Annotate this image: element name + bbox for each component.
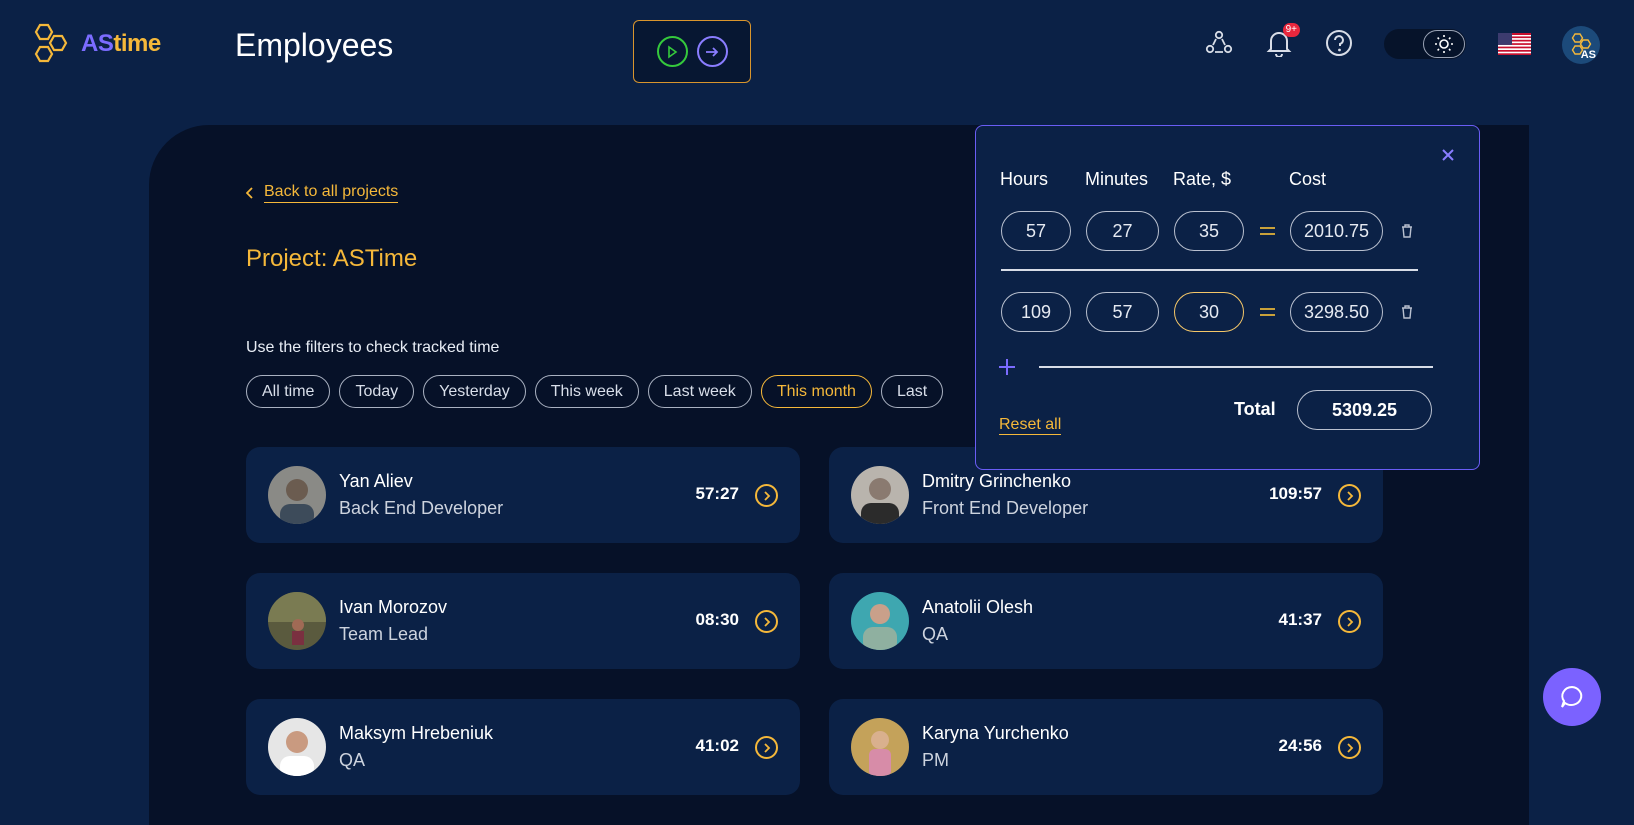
- us-flag-icon[interactable]: [1498, 33, 1531, 55]
- timer-controls: [633, 20, 751, 83]
- add-row-divider: [1039, 366, 1433, 368]
- app-logo[interactable]: AStime: [27, 22, 161, 66]
- employee-name: Maksym Hrebeniuk: [339, 723, 494, 743]
- filter-today[interactable]: Today: [339, 375, 415, 408]
- help-button[interactable]: [1324, 28, 1354, 58]
- total-value: 5309.25: [1297, 390, 1432, 430]
- employee-tracked-time: 08:30: [695, 610, 739, 629]
- chat-support-button[interactable]: [1543, 668, 1601, 726]
- user-avatar[interactable]: AS: [1562, 26, 1600, 64]
- employee-role: Back End Developer: [339, 498, 504, 518]
- employee-role: Front End Developer: [922, 498, 1089, 518]
- employee-name: Anatolii Olesh: [922, 597, 1034, 617]
- equals-icon: [1260, 307, 1275, 317]
- cost-header: Cost: [1289, 169, 1327, 189]
- employee-tracked-time: 24:56: [1278, 736, 1322, 755]
- equals-icon: [1260, 226, 1275, 236]
- sun-icon: [1435, 35, 1453, 53]
- employee-card[interactable]: Anatolii Olesh QA 41:37: [829, 573, 1383, 669]
- back-link-label: Back to all projects: [264, 183, 399, 203]
- reset-all-link[interactable]: Reset all: [999, 416, 1062, 435]
- chat-icon: [1561, 685, 1583, 708]
- employee-role: QA: [922, 624, 949, 644]
- employee-role: PM: [922, 750, 949, 770]
- employee-photo: [268, 718, 326, 776]
- employee-card[interactable]: Karyna Yurchenko PM 24:56: [829, 699, 1383, 795]
- chevron-right-icon[interactable]: [755, 736, 778, 759]
- rate-input[interactable]: 35: [1174, 211, 1244, 251]
- row-divider: [1001, 269, 1418, 271]
- filter-all-time[interactable]: All time: [246, 375, 331, 408]
- team-icon: [1205, 30, 1233, 54]
- rate-header: Rate, $: [1173, 169, 1232, 189]
- play-button[interactable]: [656, 36, 688, 67]
- filter-yesterday[interactable]: Yesterday: [423, 375, 526, 408]
- notifications-button[interactable]: 9+: [1264, 23, 1300, 58]
- employee-photo: [851, 592, 909, 650]
- employee-card[interactable]: Yan Aliev Back End Developer 57:27: [246, 447, 800, 543]
- theme-toggle-knob: [1423, 30, 1465, 58]
- chevron-left-icon: [246, 187, 253, 199]
- chevron-right-icon[interactable]: [755, 610, 778, 633]
- filter-this-month[interactable]: This month: [760, 375, 872, 408]
- help-icon: [1326, 30, 1352, 56]
- employee-tracked-time: 41:02: [695, 736, 739, 755]
- plus-icon[interactable]: [996, 356, 1018, 378]
- logo-text: AStime: [81, 30, 161, 57]
- minutes-input[interactable]: 57: [1086, 292, 1159, 332]
- hours-header: Hours: [1000, 169, 1049, 189]
- employee-name: Ivan Morozov: [339, 597, 448, 617]
- theme-toggle[interactable]: [1384, 29, 1466, 59]
- play-icon: [668, 44, 678, 59]
- employee-card[interactable]: Ivan Morozov Team Lead 08:30: [246, 573, 800, 669]
- trash-icon[interactable]: [1400, 304, 1414, 320]
- employee-photo: [268, 466, 326, 524]
- user-initials: AS: [1580, 49, 1596, 61]
- hours-input[interactable]: 109: [1001, 292, 1071, 332]
- notification-count-badge: 9+: [1282, 23, 1300, 37]
- filter-last-month[interactable]: Last: [880, 375, 944, 408]
- employee-role: Team Lead: [339, 624, 429, 644]
- employee-name: Yan Aliev: [339, 471, 413, 491]
- arrow-right-icon: [706, 46, 719, 57]
- employee-tracked-time: 41:37: [1278, 610, 1322, 629]
- employee-name: Karyna Yurchenko: [922, 723, 1069, 743]
- trash-icon[interactable]: [1400, 223, 1414, 239]
- employee-photo: [851, 718, 909, 776]
- hours-input[interactable]: 57: [1001, 211, 1071, 251]
- chevron-right-icon[interactable]: [755, 484, 778, 507]
- minutes-header: Minutes: [1085, 169, 1149, 189]
- close-icon[interactable]: [1437, 144, 1459, 166]
- employee-card[interactable]: Maksym Hrebeniuk QA 41:02: [246, 699, 800, 795]
- cost-output: 2010.75: [1290, 211, 1383, 251]
- filter-this-week[interactable]: This week: [534, 375, 639, 408]
- cost-output: 3298.50: [1290, 292, 1383, 332]
- team-button[interactable]: [1204, 28, 1234, 58]
- go-button[interactable]: [696, 36, 728, 67]
- employee-photo: [268, 592, 326, 650]
- total-label: Total: [1234, 399, 1276, 419]
- employee-tracked-time: 57:27: [695, 484, 739, 503]
- employee-tracked-time: 109:57: [1269, 484, 1322, 503]
- employee-name: Dmitry Grinchenko: [922, 471, 1072, 491]
- filter-last-week[interactable]: Last week: [647, 375, 752, 408]
- employee-photo: [851, 466, 909, 524]
- rate-input[interactable]: 30: [1174, 292, 1244, 332]
- hexagon-logo-icon: [34, 23, 68, 63]
- chevron-right-icon[interactable]: [1338, 484, 1361, 507]
- minutes-input[interactable]: 27: [1086, 211, 1159, 251]
- back-to-projects-link[interactable]: Back to all projects: [246, 183, 399, 203]
- top-bar: AStime Employees 9+ AS: [0, 0, 1634, 100]
- page-title: Employees: [235, 27, 394, 63]
- filter-hint: Use the filters to check tracked time: [246, 339, 500, 356]
- chevron-right-icon[interactable]: [1338, 736, 1361, 759]
- cost-calculator-popup: Hours Minutes Rate, $ Cost 57 27 35 2010…: [975, 125, 1480, 470]
- chevron-right-icon[interactable]: [1338, 610, 1361, 633]
- time-filters: All time Today Yesterday This week Last …: [246, 375, 944, 408]
- project-title: Project: ASTime: [246, 245, 418, 272]
- employee-role: QA: [339, 750, 366, 770]
